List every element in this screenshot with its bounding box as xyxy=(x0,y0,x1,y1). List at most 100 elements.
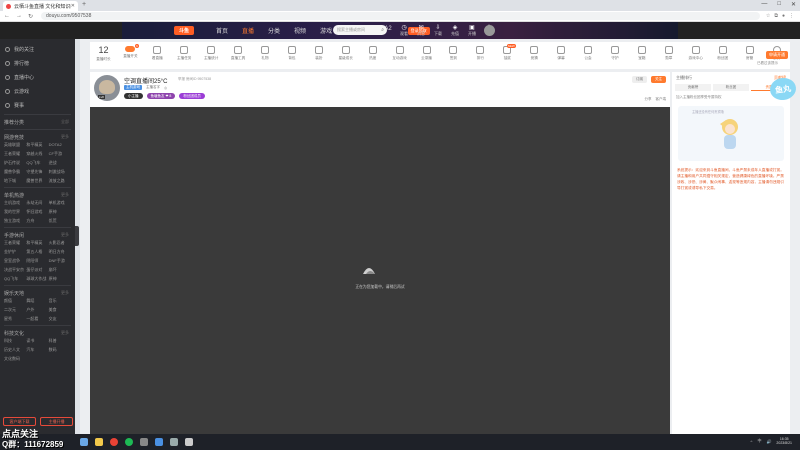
toolbar-item[interactable]: 游戏中心 xyxy=(682,46,709,61)
minimize-button[interactable]: — xyxy=(761,1,767,8)
category-link[interactable]: DOTA2 xyxy=(49,142,71,149)
category-link[interactable]: 户外 xyxy=(26,307,48,314)
category-link[interactable]: 炉石传说 xyxy=(4,160,26,167)
category-link[interactable]: 地下城 xyxy=(4,178,26,185)
back-icon[interactable]: ← xyxy=(4,13,10,20)
category-link[interactable]: 美食 xyxy=(49,307,71,314)
app-icon[interactable] xyxy=(170,438,178,446)
nav-game[interactable]: 游戏 xyxy=(320,26,332,35)
streamer-name[interactable]: 主播名字 xyxy=(146,85,160,90)
toolbar-item[interactable]: 星级成长 xyxy=(332,46,359,61)
new-tab-icon[interactable]: + xyxy=(82,1,86,8)
category-link[interactable]: 我的世界 xyxy=(4,209,26,216)
category-link[interactable]: 王者荣耀 xyxy=(4,240,26,247)
toolbar-item[interactable]: 看直播 xyxy=(144,46,171,61)
close-window-button[interactable]: ✕ xyxy=(791,1,796,8)
tab-close-icon[interactable]: ✕ xyxy=(71,3,75,9)
section-tech[interactable]: 科技文化 更多 xyxy=(0,328,75,338)
tray-expand-icon[interactable]: ^ xyxy=(751,439,753,444)
explorer-icon[interactable] xyxy=(95,438,103,446)
category-link[interactable]: 永劫无间 xyxy=(26,200,48,207)
category-link[interactable]: 和平精英 xyxy=(26,240,48,247)
category-link[interactable]: 蛋仔派对 xyxy=(26,267,48,274)
toolbar-item[interactable]: 云录播 xyxy=(413,46,440,61)
section-entertainment[interactable]: 娱乐天地 更多 xyxy=(0,288,75,298)
category-link[interactable]: 第五人格 xyxy=(26,249,48,256)
start-live-button[interactable]: 主播开播 xyxy=(40,417,73,426)
sidebar-item-follow[interactable]: 我的关注 xyxy=(0,42,75,56)
sidebar-item-esports[interactable]: 赛事 xyxy=(0,98,75,112)
category-link[interactable]: 星秀 xyxy=(4,316,26,323)
toolbar-item[interactable]: 背包 xyxy=(278,46,305,61)
video-player[interactable]: 正在为您加载中，请稍后再试 xyxy=(90,107,670,434)
start-icon[interactable] xyxy=(80,438,88,446)
category-link[interactable]: QQ飞车 xyxy=(4,276,26,283)
user-icon-download[interactable]: ⇩ 下载 xyxy=(434,24,442,37)
category-link[interactable]: 原神 xyxy=(49,209,71,216)
browser-tab[interactable]: 云栖斗鱼直播 文化和知识的直播 ✕ xyxy=(3,1,78,11)
toolbar-item[interactable]: 公会 xyxy=(575,46,602,61)
category-link[interactable]: 火影忍者 xyxy=(49,240,71,247)
category-link[interactable]: 汽车 xyxy=(26,347,48,354)
section-recommend[interactable]: 推荐分类 全部 xyxy=(0,117,75,127)
nav-live[interactable]: 直播 xyxy=(242,26,254,35)
report-link[interactable]: 举报 房间ID 9507538 xyxy=(178,77,211,82)
category-link[interactable]: 皇室战争 xyxy=(4,258,26,265)
nav-video[interactable]: 视频 xyxy=(294,26,306,35)
app-icon[interactable] xyxy=(155,438,163,446)
tab-fans[interactable]: 粉丝团 xyxy=(713,84,749,91)
category-link[interactable]: 英雄联盟 xyxy=(4,142,26,149)
app-icon[interactable] xyxy=(140,438,148,446)
category-link[interactable]: 决战平安京 xyxy=(4,267,26,274)
sidebar-item-cloud[interactable]: 云游戏 xyxy=(0,84,75,98)
subscribe-button[interactable]: 订阅 xyxy=(632,76,647,83)
category-link[interactable]: 独立游戏 xyxy=(4,218,26,225)
category-link[interactable]: 单机游戏 xyxy=(49,200,71,207)
tag-pill[interactable]: 小主播 xyxy=(124,93,143,99)
category-link[interactable]: 交友 xyxy=(49,316,71,323)
toolbar-item[interactable]: 装扮 xyxy=(305,46,332,61)
search-icon[interactable]: ⌕ xyxy=(381,27,384,33)
category-link[interactable]: 守望先锋 xyxy=(26,169,48,176)
follow-button[interactable]: 关注 xyxy=(651,76,666,83)
star-icon[interactable]: ☆ xyxy=(766,13,770,19)
reload-icon[interactable]: ↻ xyxy=(28,13,33,20)
dismiss-tip-link[interactable]: 已看过该提示 xyxy=(757,61,778,66)
category-link[interactable]: 方舟 xyxy=(26,218,48,225)
category-link[interactable]: 读书 xyxy=(26,338,48,345)
client-download-button[interactable]: 客户端下载 xyxy=(3,417,36,426)
rank-link[interactable]: 主播排行 xyxy=(676,75,692,81)
category-link[interactable]: 和平精英 xyxy=(26,142,48,149)
category-link[interactable]: 文化数码 xyxy=(4,356,26,363)
apply-open-button[interactable]: 申请开通 xyxy=(766,51,788,59)
category-link[interactable]: 饥荒 xyxy=(49,218,71,225)
category-link[interactable]: 历史人文 xyxy=(4,347,26,354)
site-logo[interactable]: 斗鱼 xyxy=(174,26,194,35)
toolbar-item[interactable]: 排行 xyxy=(467,46,494,61)
toolbar-item[interactable]: 直播工具 xyxy=(225,46,252,61)
chrome-icon[interactable] xyxy=(110,438,118,446)
category-link[interactable]: 王者荣耀 xyxy=(4,151,26,158)
profile-icon[interactable]: ● xyxy=(782,13,785,19)
clock[interactable]: 16:35 2023/8/21 xyxy=(776,437,792,445)
toolbar-item[interactable]: 主播统计 xyxy=(198,46,225,61)
category-link[interactable]: 颜值 xyxy=(4,298,26,305)
category-link[interactable]: 金铲铲 xyxy=(4,249,26,256)
toolbar-item[interactable]: 互动游戏 xyxy=(386,46,413,61)
section-online-games[interactable]: 网游竞技 更多 xyxy=(0,132,75,142)
user-icon-msg[interactable]: ✉ 消息 xyxy=(417,24,425,37)
toolbar-item[interactable]: 房管 xyxy=(736,46,763,61)
toolbar-item[interactable]: 礼物 xyxy=(252,46,279,61)
toolbar-item[interactable]: 宝箱 xyxy=(628,46,655,61)
tag-pill[interactable]: 鱼塘鱼友 ❤ 8 xyxy=(146,93,176,99)
client-link[interactable]: 客户端 xyxy=(656,97,667,102)
extensions-icon[interactable]: ⧉ xyxy=(774,13,778,19)
category-link[interactable]: DNF手游 xyxy=(49,258,71,265)
category-link[interactable]: 流放之路 xyxy=(49,178,71,185)
category-link[interactable]: 科技 xyxy=(4,338,26,345)
share-link[interactable]: 分享 xyxy=(645,97,652,102)
category-link[interactable]: 二次元 xyxy=(4,307,26,314)
category-link[interactable]: 逆战 xyxy=(49,160,71,167)
toolbar-item[interactable]: 勋章 xyxy=(655,46,682,61)
category-link[interactable]: 一起看 xyxy=(26,316,48,323)
